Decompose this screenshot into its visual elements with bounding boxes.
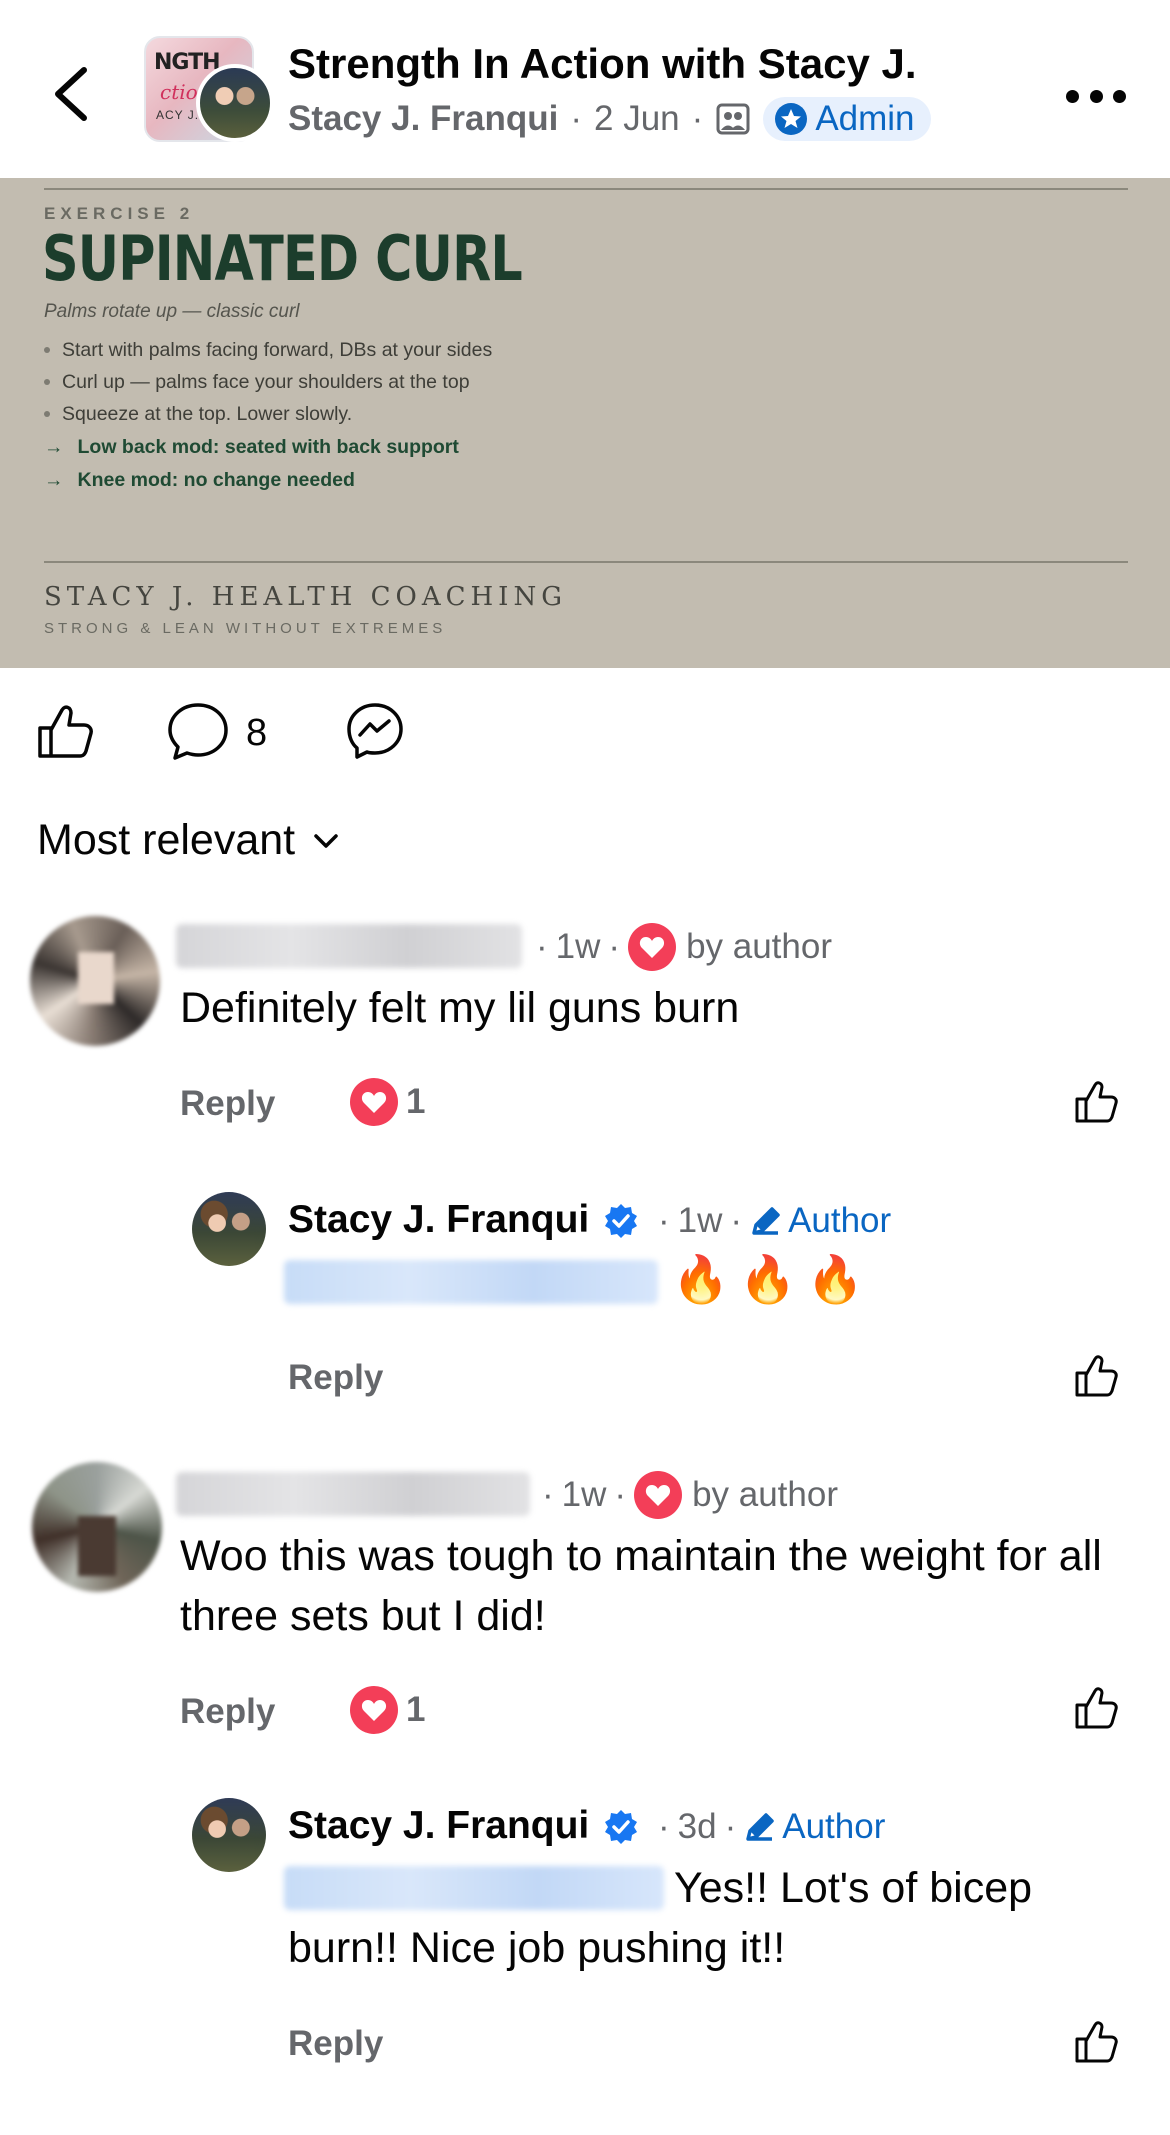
step-item: Curl up — palms face your shoulders at t… xyxy=(44,366,492,398)
reply-button[interactable]: Reply xyxy=(180,1692,275,1732)
back-chevron-icon[interactable] xyxy=(48,64,92,124)
comment-text: Definitely felt my lil guns burn xyxy=(180,984,740,1032)
members-icon xyxy=(716,103,750,135)
by-author-label: by author xyxy=(692,1475,838,1514)
chevron-down-icon xyxy=(314,833,338,848)
step-item: Start with palms facing forward, DBs at … xyxy=(44,334,492,366)
admin-badge: Admin xyxy=(763,97,931,141)
group-title[interactable]: Strength In Action with Stacy J. xyxy=(288,40,917,88)
brand-name: STACY J. HEALTH COACHING xyxy=(44,582,567,612)
reply-button[interactable]: Reply xyxy=(180,1084,275,1124)
pencil-icon xyxy=(752,1207,780,1235)
reply-meta: · 1w · Author xyxy=(658,1201,892,1241)
like-comment-icon[interactable] xyxy=(1072,1684,1120,1732)
reply-button[interactable]: Reply xyxy=(288,1358,383,1398)
author-tag: Author xyxy=(744,1807,885,1847)
verified-badge-icon xyxy=(605,1810,637,1844)
post-author[interactable]: Stacy J. Franqui xyxy=(288,99,558,139)
heart-icon xyxy=(350,1686,398,1734)
sort-label: Most relevant xyxy=(37,816,296,864)
author-avatar[interactable] xyxy=(192,1798,266,1872)
exercise-mods: → Low back mod: seated with back support … xyxy=(44,431,459,497)
post-header: NGTH ction ACY J. Strength In Action wit… xyxy=(0,0,1170,178)
separator-dot: · xyxy=(691,99,704,138)
heart-icon xyxy=(628,923,677,971)
post-meta: Stacy J. Franqui · 2 Jun · Admin xyxy=(288,96,931,142)
reply-button[interactable]: Reply xyxy=(288,2024,383,2064)
commenter-name-redacted[interactable] xyxy=(176,924,522,968)
mod-item: → Knee mod: no change needed xyxy=(44,469,355,491)
reply-text: Yes!! Lot's of bicep burn!! Nice job pus… xyxy=(288,1864,1033,1972)
post-actions: 8 xyxy=(0,668,1170,798)
by-author-label: by author xyxy=(686,927,832,966)
like-comment-icon[interactable] xyxy=(1072,1078,1120,1126)
admin-star-icon xyxy=(775,103,808,135)
exercise-subtitle: Palms rotate up — classic curl xyxy=(44,301,300,322)
more-options-icon[interactable] xyxy=(1066,84,1126,108)
brand-tagline: STRONG & LEAN WITHOUT EXTREMES xyxy=(44,620,447,637)
commenter-avatar[interactable] xyxy=(30,916,160,1046)
divider xyxy=(44,561,1128,563)
mod-item: → Low back mod: seated with back support xyxy=(44,436,459,458)
commenter-avatar[interactable] xyxy=(32,1462,162,1592)
sort-dropdown[interactable]: Most relevant xyxy=(37,816,341,865)
comment-text: Woo this was tough to maintain the weigh… xyxy=(180,1532,1102,1640)
comment-time[interactable]: 1w xyxy=(562,1475,607,1515)
author-tag: Author xyxy=(750,1201,891,1241)
comment-time[interactable]: 1w xyxy=(556,927,601,967)
mentioned-name-redacted[interactable] xyxy=(284,1260,658,1304)
arrow-right-icon: → xyxy=(44,469,64,491)
exercise-steps: Start with palms facing forward, DBs at … xyxy=(44,334,492,430)
author-avatar[interactable] xyxy=(192,1192,266,1266)
reaction-count[interactable]: 1 xyxy=(350,1686,425,1734)
reply-time[interactable]: 3d xyxy=(678,1807,717,1847)
author-avatar[interactable] xyxy=(196,64,274,142)
verified-badge-icon xyxy=(605,1204,637,1238)
post-image[interactable]: EXERCISE 2 SUPINATED CURL Palms rotate u… xyxy=(0,178,1170,668)
heart-icon xyxy=(350,1078,398,1126)
thumb-text: NGTH xyxy=(154,50,221,75)
step-item: Squeeze at the top. Lower slowly. xyxy=(44,398,492,430)
heart-icon xyxy=(634,1471,683,1519)
commenter-name-redacted[interactable] xyxy=(176,1472,530,1516)
comment-count[interactable]: 8 xyxy=(246,712,267,755)
exercise-kicker: EXERCISE 2 xyxy=(44,204,195,223)
like-comment-icon[interactable] xyxy=(1072,2018,1120,2066)
reply-author-name[interactable]: Stacy J. Franqui xyxy=(288,1198,589,1242)
admin-label: Admin xyxy=(815,99,915,138)
reply-author-name[interactable]: Stacy J. Franqui xyxy=(288,1804,589,1848)
like-icon[interactable] xyxy=(34,700,96,762)
divider xyxy=(44,188,1128,190)
post-date[interactable]: 2 Jun xyxy=(594,99,680,139)
comment-icon[interactable] xyxy=(166,700,230,762)
arrow-right-icon: → xyxy=(44,436,64,458)
reply-time[interactable]: 1w xyxy=(678,1201,723,1241)
reply-text: 🔥🔥🔥 xyxy=(672,1253,874,1305)
comment-meta: · 1w · by author xyxy=(528,922,832,972)
pencil-icon xyxy=(746,1813,774,1841)
separator-dot: · xyxy=(570,99,583,138)
thumb-text: ACY J. xyxy=(156,108,200,122)
exercise-heading: SUPINATED CURL xyxy=(42,222,523,295)
comment-meta: · 1w · by author xyxy=(534,1470,838,1520)
messenger-icon[interactable] xyxy=(344,700,406,762)
reply-meta: · 3d · Author xyxy=(658,1807,886,1847)
like-comment-icon[interactable] xyxy=(1072,1352,1120,1400)
reaction-count[interactable]: 1 xyxy=(350,1078,425,1126)
